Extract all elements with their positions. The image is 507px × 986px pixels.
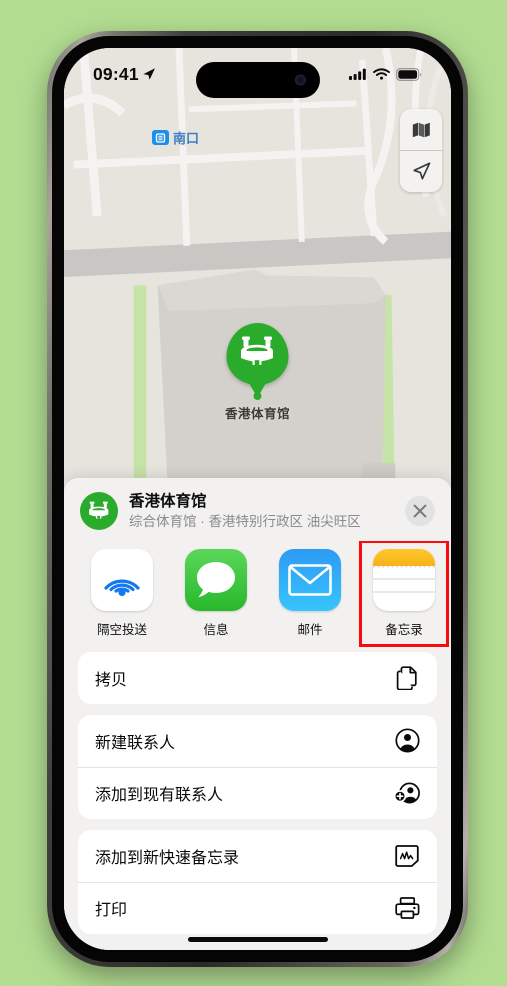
share-app-messages[interactable]: 信息 (180, 548, 252, 638)
mail-icon (279, 548, 341, 611)
map-pin[interactable]: 香港体育馆 (225, 323, 290, 422)
avatar (80, 492, 118, 531)
share-app-label: 信息 (203, 622, 229, 637)
page-subtitle: 综合体育馆 · 香港特别行政区 油尖旺区 (129, 514, 361, 530)
transit-exit-label: 南口 (173, 131, 200, 146)
subway-exit-icon (152, 130, 169, 145)
status-indicators (349, 67, 422, 81)
copy-icon (394, 665, 420, 691)
pin-label: 香港体育馆 (224, 407, 291, 421)
phone-screen: 南口 香港体育馆 09:41 香港体育馆 综合体育馆 · 香港特别行政区 油尖旺… (64, 48, 451, 950)
share-app-mail[interactable]: 邮件 (274, 548, 346, 638)
locate-me-button[interactable] (400, 150, 442, 192)
action-row-add-existing-contact[interactable]: 添加到现有联系人 (78, 766, 437, 819)
action-label: 拷贝 (95, 671, 128, 689)
status-time: 09:41 (93, 63, 139, 84)
location-arrow-icon (412, 162, 430, 180)
action-row-new-quick-note[interactable]: 添加到新快速备忘录 (78, 830, 437, 882)
share-app-airdrop[interactable]: 隔空投送 (86, 548, 158, 638)
pin-bubble (226, 323, 289, 385)
dynamic-island (195, 62, 320, 98)
share-app-label: 隔空投送 (96, 622, 147, 637)
action-row-copy[interactable]: 拷贝 (78, 652, 437, 704)
share-sheet: 香港体育馆 综合体育馆 · 香港特别行政区 油尖旺区 隔空投送 信息 邮件 备忘… (64, 478, 451, 950)
action-label: 打印 (95, 902, 128, 920)
stadium-icon (240, 336, 273, 365)
notes-icon (373, 548, 435, 611)
action-label: 添加到新快速备忘录 (95, 849, 240, 867)
location-arrow-icon (143, 68, 155, 80)
person-add-icon (394, 780, 420, 806)
status-time-group: 09:41 (93, 64, 156, 85)
wifi-icon (373, 68, 390, 80)
transit-exit-marker[interactable]: 南口 (152, 128, 199, 147)
close-icon (413, 505, 427, 518)
phone-bezel: 南口 香港体育馆 09:41 香港体育馆 综合体育馆 · 香港特别行政区 油尖旺… (52, 36, 463, 962)
share-app-label: 邮件 (297, 622, 323, 637)
close-button[interactable] (405, 496, 435, 527)
share-actions: 拷贝 新建联系人 添加到现有联系人 添加到新快速备忘录 打印 (64, 648, 451, 934)
airdrop-icon (91, 548, 153, 611)
share-app-label: 备忘录 (385, 622, 423, 637)
person-circle-icon (394, 728, 420, 754)
battery-full-icon (396, 67, 422, 81)
action-label: 添加到现有联系人 (95, 787, 224, 805)
map-controls (400, 109, 442, 192)
action-group-2: 新建联系人 添加到现有联系人 (78, 714, 437, 819)
share-sheet-titles: 香港体育馆 综合体育馆 · 香港特别行政区 油尖旺区 (129, 492, 405, 531)
action-group-1: 拷贝 (78, 651, 437, 704)
quick-note-icon (394, 843, 420, 869)
page-title: 香港体育馆 (129, 493, 207, 510)
action-group-3: 添加到新快速备忘录 打印 (78, 829, 437, 934)
map-style-button[interactable] (400, 109, 442, 150)
action-row-new-contact[interactable]: 新建联系人 (78, 715, 437, 767)
messages-icon (185, 548, 247, 611)
cellular-bars-icon (349, 68, 366, 80)
screenshot-root: 南口 香港体育馆 09:41 香港体育馆 综合体育馆 · 香港特别行政区 油尖旺… (0, 0, 507, 986)
stadium-icon (89, 501, 109, 519)
folded-map-icon (412, 122, 430, 137)
action-label: 新建联系人 (95, 734, 176, 752)
share-apps-row[interactable]: 隔空投送 信息 邮件 备忘录 (64, 540, 451, 648)
home-indicator[interactable] (187, 937, 328, 942)
printer-icon (394, 895, 420, 921)
share-sheet-header: 香港体育馆 综合体育馆 · 香港特别行政区 油尖旺区 (64, 478, 451, 541)
phone-frame: 南口 香港体育馆 09:41 香港体育馆 综合体育馆 · 香港特别行政区 油尖旺… (47, 31, 468, 967)
action-row-print[interactable]: 打印 (78, 881, 437, 934)
share-app-notes[interactable]: 备忘录 (359, 540, 449, 647)
